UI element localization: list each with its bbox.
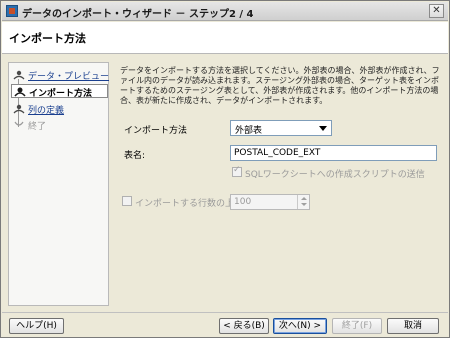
- cancel-button[interactable]: 取消: [387, 318, 439, 334]
- step-disabled-icon: [14, 121, 24, 126]
- step-label: インポート方法: [29, 89, 93, 99]
- content-panel: データをインポートする方法を選択してください。外部表の場合、外部表が作成され、フ…: [114, 62, 444, 306]
- app-icon: [6, 5, 18, 17]
- row-limit-spinner[interactable]: 100: [230, 194, 310, 210]
- table-name-label: 表名:: [124, 151, 146, 161]
- page-header: インポート方法: [2, 22, 448, 54]
- step-finish: 終了: [13, 118, 108, 132]
- step-column-definition[interactable]: 列の定義: [13, 102, 108, 116]
- spinner-buttons[interactable]: [297, 195, 309, 209]
- import-method-value: 外部表: [235, 126, 263, 136]
- step-navigator: データ・プレビュー インポート方法 列の定義 終了: [8, 62, 109, 306]
- send-script-checkbox[interactable]: [232, 165, 242, 177]
- close-button[interactable]: ✕: [429, 4, 444, 18]
- spinner-down-icon: [301, 203, 307, 206]
- import-method-label: インポート方法: [124, 126, 188, 136]
- window-title: データのインポート・ウィザード － ステップ2 / 4: [22, 9, 254, 20]
- row-limit-checkbox[interactable]: [122, 196, 132, 206]
- footer-divider: [2, 312, 448, 313]
- step-current-icon: [14, 87, 26, 97]
- title-bar: データのインポート・ウィザード － ステップ2 / 4 ✕: [2, 2, 448, 21]
- row-limit-value: 100: [234, 197, 252, 207]
- step-label: 列の定義: [28, 106, 65, 116]
- step-import-method[interactable]: インポート方法: [11, 84, 108, 99]
- step-label: データ・プレビュー: [28, 72, 110, 82]
- back-button[interactable]: < 戻る(B): [219, 318, 269, 334]
- send-script-label: SQLワークシートへの作成スクリプトの送信: [245, 170, 425, 180]
- spinner-up-icon: [301, 197, 307, 200]
- step-label: 終了: [28, 122, 47, 132]
- page-title: インポート方法: [9, 32, 86, 45]
- help-button[interactable]: ヘルプ(H): [9, 318, 64, 334]
- step-completed-icon: [13, 70, 25, 80]
- import-method-dropdown[interactable]: 外部表: [230, 120, 332, 136]
- dropdown-arrow-icon: [319, 126, 327, 131]
- description-text: データをインポートする方法を選択してください。外部表の場合、外部表が作成され、フ…: [120, 66, 440, 105]
- step-pending-icon: [13, 104, 25, 114]
- step-data-preview[interactable]: データ・プレビュー: [13, 68, 110, 82]
- next-button[interactable]: 次へ(N) >: [273, 318, 327, 334]
- finish-button: 終了(F): [332, 318, 382, 334]
- wizard-window: データのインポート・ウィザード － ステップ2 / 4 ✕ インポート方法 デー…: [0, 0, 450, 338]
- table-name-input[interactable]: [230, 145, 437, 161]
